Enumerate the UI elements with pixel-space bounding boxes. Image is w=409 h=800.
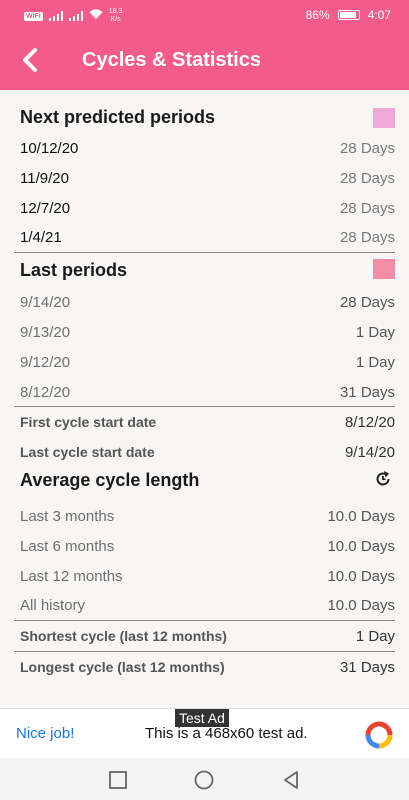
average-header: Average cycle length [14, 467, 395, 490]
last-periods-color-swatch [373, 259, 395, 280]
period-date: 9/14/20 [20, 294, 71, 312]
last-cycle-value: 9/14/20 [344, 444, 395, 462]
next-predicted-title: Next predicted periods [20, 107, 216, 127]
period-length: 1 Day [355, 353, 395, 371]
shortest-cycle-label: Shortest cycle (last 12 months) [20, 628, 227, 645]
app-bar: Cycles & Statistics [0, 30, 409, 90]
ad-nice-text: Nice job! [16, 725, 75, 742]
battery-icon [337, 10, 360, 20]
period-length: 31 Days [339, 383, 395, 401]
period-date: 9/12/20 [20, 353, 71, 371]
predicted-length: 28 Days [339, 169, 395, 187]
predicted-row: 12/7/20 28 Days [14, 193, 395, 223]
period-row: 9/14/20 28 Days [14, 287, 395, 317]
ad-banner[interactable]: Test Ad Nice job! This is a 468x60 test … [0, 708, 409, 758]
average-row: Last 12 months 10.0 Days [14, 561, 395, 591]
page-title: Cycles & Statistics [82, 49, 261, 71]
predicted-date: 12/7/20 [20, 199, 71, 217]
signal-icon-2 [68, 11, 83, 21]
average-title: Average cycle length [20, 469, 200, 490]
battery-percent: 86% [305, 8, 330, 22]
period-row: 9/13/20 1 Day [14, 317, 395, 347]
shortest-cycle-row: Shortest cycle (last 12 months) 1 Day [14, 621, 395, 651]
last-periods-header: Last periods [14, 253, 395, 280]
longest-cycle-value: 31 Days [339, 658, 395, 676]
wifi-badge: WiFi [24, 11, 43, 21]
predicted-length: 28 Days [339, 140, 395, 157]
first-cycle-value: 8/12/20 [344, 414, 395, 432]
network-speed-unit: K/s [110, 16, 121, 23]
clock: 4:07 [367, 8, 391, 22]
last-cycle-label: Last cycle start date [20, 444, 155, 461]
home-icon[interactable] [194, 770, 214, 790]
average-label: Last 12 months [20, 567, 123, 585]
average-label: Last 3 months [20, 507, 115, 525]
system-nav-bar [0, 758, 409, 800]
recents-icon[interactable] [108, 770, 128, 790]
refresh-icon[interactable] [373, 469, 393, 489]
period-row: 9/12/20 1 Day [14, 347, 395, 377]
longest-cycle-label: Longest cycle (last 12 months) [20, 658, 225, 675]
average-row: All history 10.0 Days [14, 590, 395, 620]
statistics-list[interactable]: Next predicted periods 10/12/20 28 Days 1… [0, 90, 409, 708]
last-cycle-row: Last cycle start date 9/14/20 [14, 437, 395, 467]
predicted-length: 28 Days [339, 229, 395, 247]
predicted-row: 10/12/20 28 Days [14, 133, 395, 163]
predicted-row: 11/9/20 28 Days [14, 163, 395, 193]
average-value: 10.0 Days [327, 597, 395, 615]
back-arrow-icon[interactable] [16, 44, 48, 76]
next-predicted-header: Next predicted periods [14, 90, 395, 128]
average-label: Last 6 months [20, 537, 115, 555]
signal-icon [48, 11, 63, 21]
predicted-date: 11/9/20 [20, 169, 69, 187]
ad-body-text: This is a 468x60 test ad. [145, 725, 308, 742]
predicted-date: 10/12/20 [20, 140, 79, 157]
last-periods-title: Last periods [20, 260, 128, 281]
wifi-icon [89, 9, 103, 23]
period-date: 9/13/20 [20, 323, 71, 341]
first-cycle-label: First cycle start date [20, 414, 157, 431]
average-value: 10.0 Days [327, 567, 395, 585]
back-icon[interactable] [281, 770, 301, 790]
network-speed-value: 18.3 [108, 8, 123, 15]
network-speed: 18.3 K/s [109, 8, 123, 24]
shortest-cycle-value: 1 Day [355, 628, 395, 646]
status-bar: WiFi 18.3 K/s 86% 4:07 [0, 0, 409, 30]
period-row: 8/12/20 31 Days [14, 377, 395, 407]
period-length: 1 Day [355, 323, 395, 341]
predicted-date: 1/4/21 [20, 229, 62, 247]
predicted-color-swatch [373, 108, 395, 128]
ad-logo-icon [365, 721, 393, 749]
first-cycle-row: First cycle start date 8/12/20 [14, 407, 395, 437]
longest-cycle-row: Longest cycle (last 12 months) 31 Days [14, 652, 395, 682]
average-row: Last 6 months 10.0 Days [14, 531, 395, 561]
period-date: 8/12/20 [20, 383, 71, 401]
period-length: 28 Days [339, 294, 395, 312]
average-value: 10.0 Days [327, 537, 395, 555]
average-label: All history [20, 597, 86, 615]
average-value: 10.0 Days [327, 507, 395, 525]
average-row: Last 3 months 10.0 Days [14, 501, 395, 531]
predicted-length: 28 Days [339, 199, 395, 217]
predicted-row: 1/4/21 28 Days [14, 222, 395, 252]
